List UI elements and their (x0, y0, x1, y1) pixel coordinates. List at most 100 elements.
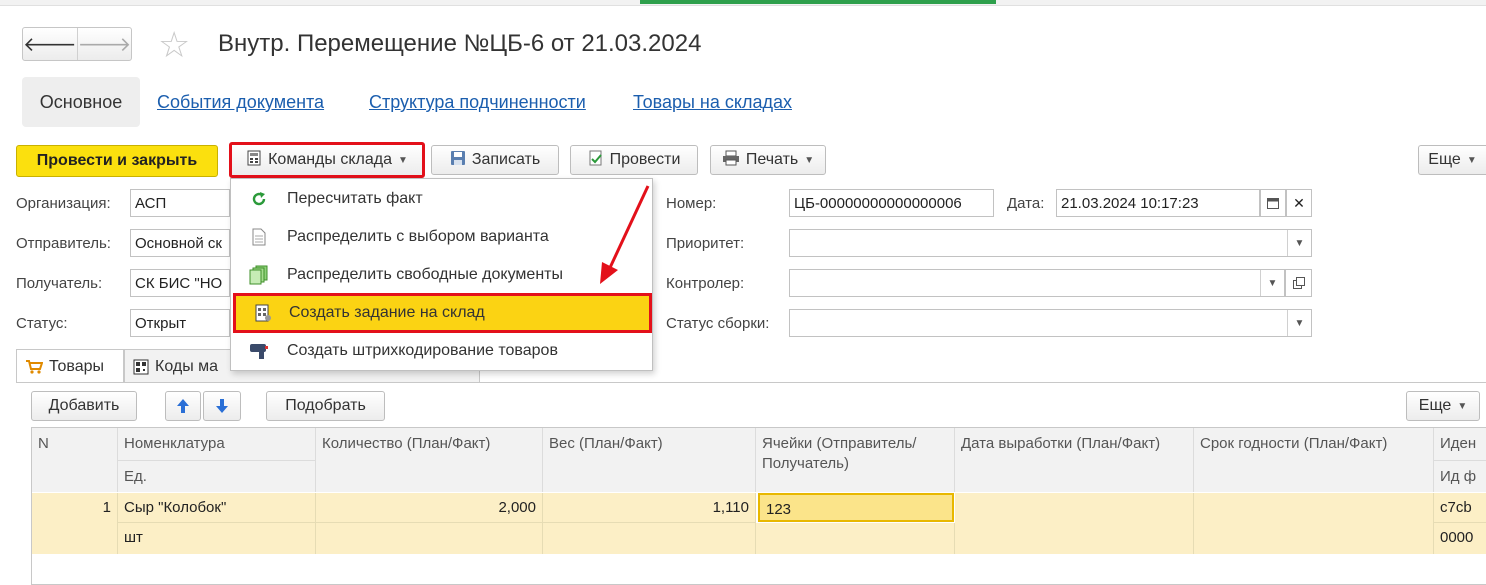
arrow-up-icon (177, 399, 189, 413)
annotation-arrow-icon (600, 185, 650, 284)
chevron-down-icon[interactable]: ▼ (1287, 230, 1311, 256)
tabs-divider (16, 382, 1486, 383)
goods-table: N Номенклатура Ед. Количество (План/Факт… (31, 427, 1486, 585)
menu-item-label: Создать задание на склад (289, 304, 485, 321)
number-field[interactable]: ЦБ-00000000000000006 (789, 189, 994, 217)
floppy-disk-icon (450, 150, 466, 171)
receiver-field[interactable]: СК БИС "НО (130, 269, 230, 297)
col-n-header[interactable]: N (32, 428, 118, 492)
post-and-close-button[interactable]: Провести и закрыть (16, 145, 218, 177)
sender-label: Отправитель: (16, 235, 111, 252)
history-nav: 🡐 🡒 (22, 27, 132, 61)
col-ident2-header[interactable]: Ид ф (1434, 461, 1486, 492)
row-cells-cell[interactable]: 123 (758, 493, 954, 522)
page-title: Внутр. Перемещение №ЦБ-6 от 21.03.2024 (218, 30, 702, 57)
row-quantity-cell[interactable]: 2,000 (316, 493, 543, 523)
col-production-date-header[interactable]: Дата выработки (План/Факт) (955, 428, 1194, 492)
tab-goods[interactable]: Товары (16, 349, 124, 383)
status-label: Статус: (16, 315, 68, 332)
row-production-date-cell[interactable] (955, 493, 1194, 554)
row-unit-cell[interactable]: шт (118, 523, 316, 554)
window-top-strip (0, 0, 1486, 6)
col-unit-header[interactable]: Ед. (118, 461, 316, 492)
print-label: Печать (745, 151, 799, 168)
move-up-button[interactable] (165, 391, 201, 421)
col-ident-header[interactable]: Иден (1434, 428, 1486, 461)
pick-button[interactable]: Подобрать (266, 391, 385, 421)
row-ident2-cell[interactable]: 0000 (1434, 523, 1486, 554)
row-weight-fact-cell[interactable] (543, 523, 756, 554)
task-icon (236, 304, 289, 322)
menu-item-distribute-variant[interactable]: Распределить с выбором варианта (231, 218, 652, 256)
barcode-scanner-icon (231, 342, 287, 360)
sender-field[interactable]: Основной ск (130, 229, 230, 257)
chevron-down-icon[interactable]: ▼ (1260, 270, 1284, 296)
print-button[interactable]: Печать ▼ (710, 145, 826, 175)
organization-field[interactable]: АСП (130, 189, 230, 217)
save-label: Записать (471, 151, 541, 168)
save-button[interactable]: Записать (431, 145, 559, 175)
documents-icon (231, 265, 287, 285)
row-ident-cell[interactable]: c7cb (1434, 493, 1486, 523)
priority-label: Приоритет: (666, 235, 745, 252)
warehouse-icon (246, 150, 262, 171)
tab-goods-label: Товары (49, 357, 105, 375)
add-row-button[interactable]: Добавить (31, 391, 137, 421)
col-nomenclature-header[interactable]: Номенклатура (118, 428, 316, 461)
assembly-status-field[interactable]: ▼ (789, 309, 1312, 337)
priority-field[interactable]: ▼ (789, 229, 1312, 257)
calendar-icon (1267, 198, 1279, 209)
warehouse-commands-button[interactable]: Команды склада ▼ (229, 142, 425, 178)
clear-date-button[interactable]: ✕ (1286, 189, 1312, 217)
menu-item-create-warehouse-task[interactable]: Создать задание на склад (233, 293, 652, 333)
menu-item-label: Распределить свободные документы (287, 266, 563, 283)
favorite-star-icon[interactable]: ☆ (158, 24, 190, 66)
calendar-button[interactable] (1260, 189, 1286, 217)
move-down-button[interactable] (203, 391, 241, 421)
menu-item-label: Пересчитать факт (287, 190, 423, 207)
post-button[interactable]: Провести (570, 145, 698, 175)
shopping-cart-icon (26, 359, 43, 374)
row-weight-cell[interactable]: 1,110 (543, 493, 756, 523)
tab-warehouse-goods[interactable]: Товары на складах (633, 92, 792, 113)
number-label: Номер: (666, 195, 717, 212)
menu-item-create-barcoding[interactable]: Создать штрихкодирование товаров (231, 332, 652, 370)
table-more-button[interactable]: Еще ▼ (1406, 391, 1480, 421)
col-quantity-header[interactable]: Количество (План/Факт) (316, 428, 543, 492)
organization-label: Организация: (16, 195, 111, 212)
row-cells-receiver-cell[interactable] (756, 523, 955, 554)
qr-code-icon (133, 359, 149, 374)
col-shelf-life-header[interactable]: Срок годности (План/Факт) (1194, 428, 1434, 492)
controller-field[interactable]: ▼ (789, 269, 1285, 297)
menu-item-recount-fact[interactable]: Пересчитать факт (231, 180, 652, 218)
row-number-cell[interactable]: 1 (32, 493, 118, 554)
tab-marking-codes-label: Коды ма (155, 357, 219, 375)
chevron-down-icon[interactable]: ▼ (1287, 310, 1311, 336)
receiver-label: Получатель: (16, 275, 103, 292)
row-shelf-life-cell[interactable] (1194, 493, 1434, 554)
col-weight-header[interactable]: Вес (План/Факт) (543, 428, 756, 492)
menu-item-distribute-free-docs[interactable]: Распределить свободные документы (231, 256, 652, 294)
menu-item-label: Распределить с выбором варианта (287, 228, 549, 245)
refresh-icon (231, 190, 287, 208)
row-quantity-fact-cell[interactable] (316, 523, 543, 554)
tab-main[interactable]: Основное (22, 77, 140, 127)
tab-document-events[interactable]: События документа (157, 92, 324, 113)
row-nomenclature-cell[interactable]: Сыр "Колобок" (118, 493, 316, 523)
forward-button[interactable]: 🡒 (76, 28, 131, 60)
date-label: Дата: (1007, 195, 1045, 212)
col-cells-header[interactable]: Ячейки (Отправитель/ Получатель) (756, 428, 955, 492)
close-icon: ✕ (1293, 194, 1305, 211)
menu-item-label: Создать штрихкодирование товаров (287, 342, 558, 359)
add-label: Добавить (48, 397, 120, 414)
more-button[interactable]: Еще ▼ (1418, 145, 1486, 175)
tab-subordination-structure[interactable]: Структура подчиненности (369, 92, 586, 113)
status-field[interactable]: Открыт (130, 309, 230, 337)
printer-icon (722, 150, 740, 171)
back-button[interactable]: 🡐 (23, 28, 77, 60)
more-label: Еще (1428, 151, 1461, 168)
chevron-down-icon: ▼ (804, 154, 815, 166)
date-field[interactable]: 21.03.2024 10:17:23 (1056, 189, 1260, 217)
open-window-icon (1292, 277, 1305, 289)
open-controller-button[interactable] (1285, 269, 1312, 297)
